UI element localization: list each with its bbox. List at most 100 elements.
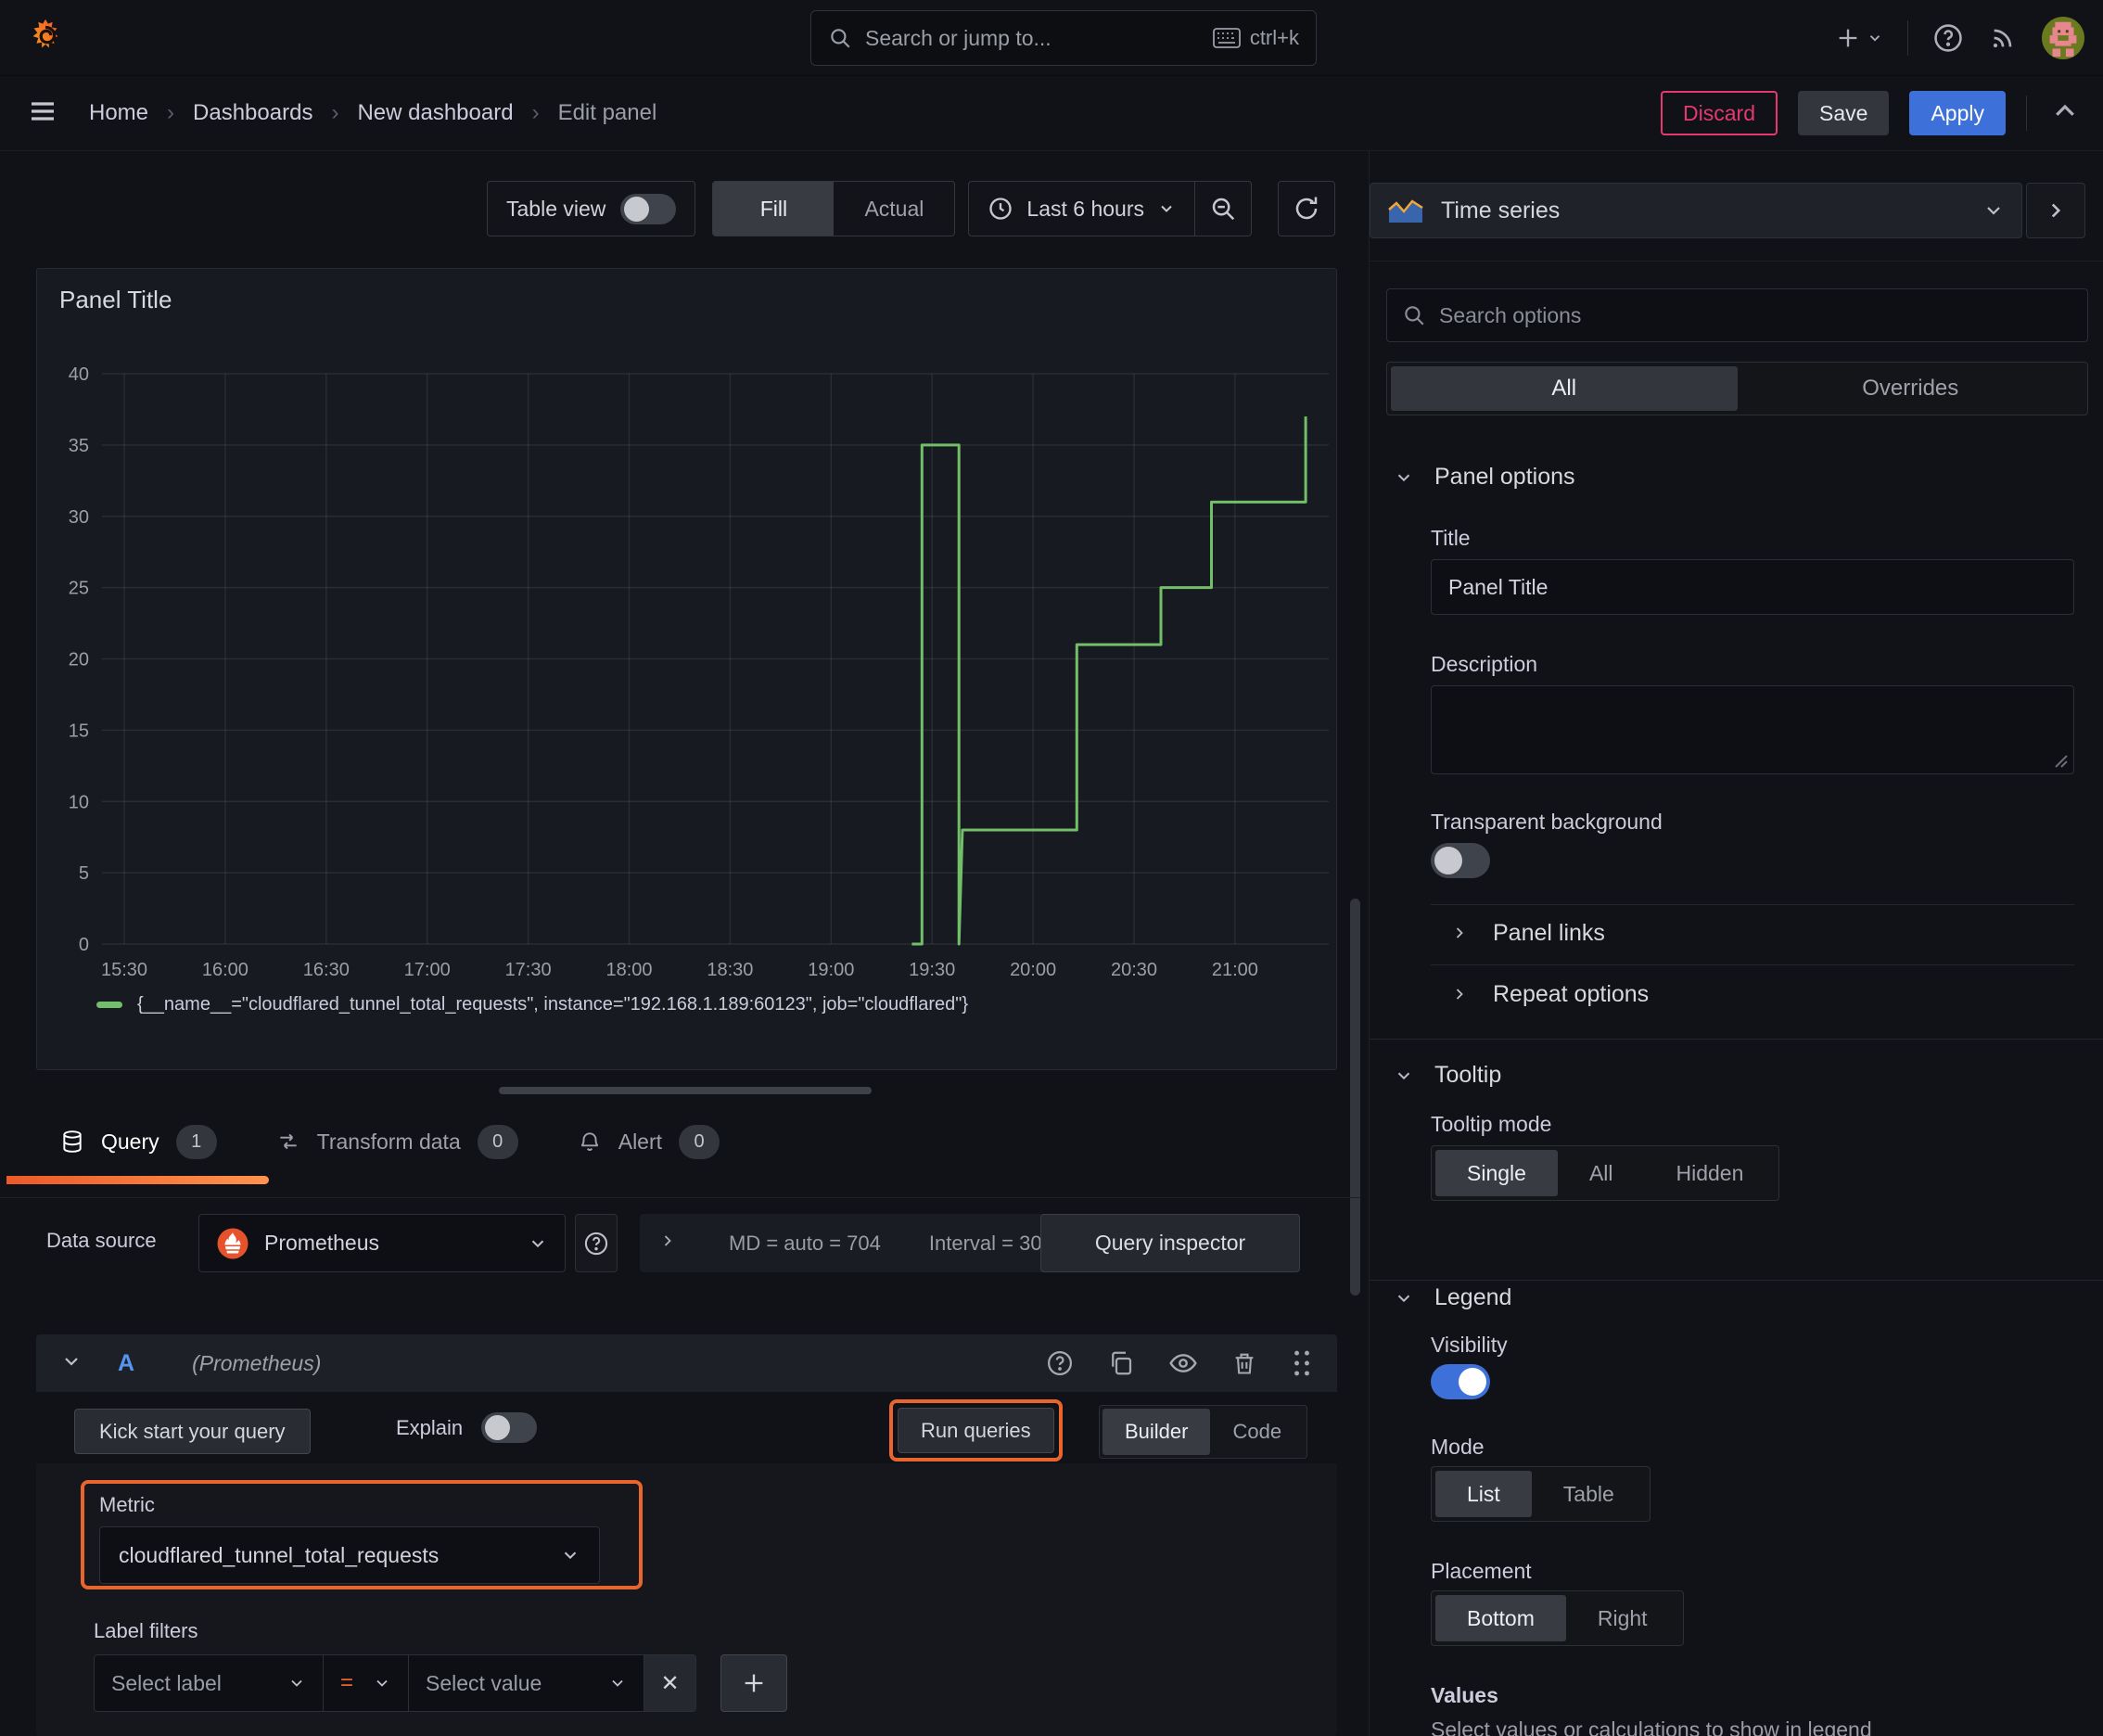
svg-text:16:00: 16:00: [202, 960, 249, 978]
svg-text:20:00: 20:00: [1010, 960, 1056, 978]
news-button[interactable]: [1988, 23, 2018, 53]
collapse-pane-button[interactable]: [2026, 183, 2085, 238]
plus-icon: [1839, 29, 1857, 47]
save-button[interactable]: Save: [1798, 91, 1890, 135]
tab-query[interactable]: Query 1: [60, 1124, 217, 1159]
delete-query-button[interactable]: [1231, 1349, 1257, 1377]
legend-list-option[interactable]: List: [1435, 1471, 1532, 1517]
transparent-bg-toggle[interactable]: [1431, 843, 1490, 878]
datasource-picker[interactable]: Prometheus: [198, 1214, 566, 1272]
visualization-picker[interactable]: Time series: [1370, 183, 2022, 238]
refresh-button[interactable]: [1279, 182, 1334, 236]
repeat-options-section[interactable]: Repeat options: [1450, 975, 1649, 1014]
title-field-label: Title: [1431, 526, 1471, 550]
kick-start-query-button[interactable]: Kick start your query: [74, 1409, 311, 1454]
refresh-icon: [1295, 197, 1318, 220]
metric-highlight-box: Metric cloudflared_tunnel_total_requests: [81, 1480, 643, 1589]
operator-dropdown[interactable]: =: [324, 1654, 409, 1712]
options-search-input[interactable]: Search options: [1386, 288, 2088, 342]
duplicate-query-button[interactable]: [1107, 1349, 1135, 1377]
legend-placement-label: Placement: [1431, 1559, 1532, 1583]
svg-text:35: 35: [69, 436, 89, 456]
alert-count-badge: 0: [679, 1124, 720, 1159]
code-option[interactable]: Code: [1210, 1409, 1304, 1455]
global-search-input[interactable]: Search or jump to... ctrl+k: [810, 10, 1317, 66]
breadcrumb-home[interactable]: Home: [89, 100, 148, 126]
svg-text:21:00: 21:00: [1212, 960, 1258, 978]
fill-option[interactable]: Fill: [713, 182, 835, 236]
svg-text:19:30: 19:30: [909, 960, 955, 978]
topbar-divider: [1907, 20, 1908, 56]
zoom-out-button[interactable]: [1195, 182, 1251, 236]
drag-handle[interactable]: [1291, 1349, 1313, 1377]
legend-section-header[interactable]: Legend: [1394, 1284, 1511, 1311]
chart-svg[interactable]: 15:30 16:00 16:30 17:00 17:30 18:00 18:30 19:00…: [37, 320, 1338, 978]
query-inspector-button[interactable]: Query inspector: [1040, 1214, 1300, 1272]
help-circle-icon: [584, 1232, 608, 1255]
panel-options-section-header[interactable]: Panel options: [1394, 464, 1575, 491]
svg-text:10: 10: [69, 792, 89, 812]
collapse-options-button[interactable]: [2051, 97, 2079, 130]
resize-corner-icon[interactable]: [2052, 752, 2069, 773]
svg-text:15: 15: [69, 721, 89, 741]
placement-right-option[interactable]: Right: [1566, 1595, 1679, 1641]
tab-alert[interactable]: Alert 0: [578, 1124, 720, 1159]
copy-icon: [1112, 1351, 1132, 1375]
explain-toggle[interactable]: [481, 1412, 538, 1443]
select-value-dropdown[interactable]: Select value: [409, 1654, 644, 1712]
breadcrumb-new-dashboard[interactable]: New dashboard: [357, 100, 513, 126]
query-row-header[interactable]: A (Prometheus): [36, 1334, 1337, 1392]
table-view-toggle[interactable]: [620, 193, 677, 224]
select-label-dropdown[interactable]: Select label: [94, 1654, 324, 1712]
query-datasource-hint: (Prometheus): [192, 1350, 322, 1375]
placement-bottom-option[interactable]: Bottom: [1435, 1595, 1566, 1641]
tooltip-section-header[interactable]: Tooltip: [1394, 1062, 1501, 1089]
legend-series-swatch: [96, 1002, 122, 1008]
add-filter-button[interactable]: [720, 1654, 787, 1712]
help-button[interactable]: [1932, 22, 1964, 54]
datasource-label: Data source: [46, 1229, 157, 1252]
panel-resize-handle[interactable]: [499, 1087, 872, 1094]
svg-text:5: 5: [79, 863, 89, 884]
run-queries-button[interactable]: Run queries: [898, 1408, 1054, 1453]
chevron-right-icon: [1450, 924, 1469, 942]
menu-toggle-button[interactable]: [28, 96, 57, 131]
add-new-button[interactable]: [1835, 25, 1883, 51]
metric-select[interactable]: cloudflared_tunnel_total_requests: [99, 1526, 600, 1584]
grafana-logo-icon[interactable]: [24, 17, 67, 59]
builder-option[interactable]: Builder: [1102, 1409, 1211, 1455]
tooltip-hidden-option[interactable]: Hidden: [1645, 1150, 1776, 1196]
svg-text:17:00: 17:00: [404, 960, 451, 978]
tooltip-all-option[interactable]: All: [1558, 1150, 1645, 1196]
title-input[interactable]: [1431, 559, 2074, 615]
chart-legend-item[interactable]: {__name__="cloudflared_tunnel_total_requ…: [96, 994, 968, 1015]
collapse-query-chevron-icon[interactable]: [60, 1350, 83, 1377]
user-avatar[interactable]: [2042, 17, 2084, 59]
tab-all[interactable]: All: [1391, 366, 1738, 411]
datasource-row: Data source Prometheus MD = auto = 704 I…: [0, 1214, 1360, 1274]
query-ref-id: A: [118, 1349, 135, 1376]
actual-option[interactable]: Actual: [834, 182, 954, 236]
hamburger-icon: [32, 101, 54, 121]
zoom-out-icon: [1212, 198, 1235, 221]
breadcrumb-dashboards[interactable]: Dashboards: [193, 100, 312, 126]
toggle-visibility-button[interactable]: [1168, 1348, 1198, 1378]
apply-button[interactable]: Apply: [1909, 91, 2006, 135]
legend-table-option[interactable]: Table: [1532, 1471, 1646, 1517]
panel-links-section[interactable]: Panel links: [1450, 913, 1605, 952]
tab-transform-data[interactable]: Transform data 0: [276, 1124, 518, 1159]
legend-visibility-toggle[interactable]: [1431, 1364, 1490, 1399]
query-help-button[interactable]: [1046, 1349, 1074, 1377]
time-range-picker[interactable]: Last 6 hours: [969, 196, 1194, 222]
panel-title[interactable]: Panel Title: [59, 286, 172, 314]
datasource-help-button[interactable]: [575, 1214, 618, 1272]
tab-overrides[interactable]: Overrides: [1738, 366, 2084, 411]
remove-filter-button[interactable]: ✕: [644, 1654, 696, 1712]
description-textarea[interactable]: [1431, 685, 2074, 774]
discard-button[interactable]: Discard: [1661, 91, 1778, 135]
svg-text:18:00: 18:00: [605, 960, 652, 978]
all-overrides-tabs: All Overrides: [1386, 362, 2088, 415]
tooltip-single-option[interactable]: Single: [1435, 1150, 1558, 1196]
svg-text:30: 30: [69, 507, 89, 528]
table-view-control: Table view: [487, 181, 696, 236]
